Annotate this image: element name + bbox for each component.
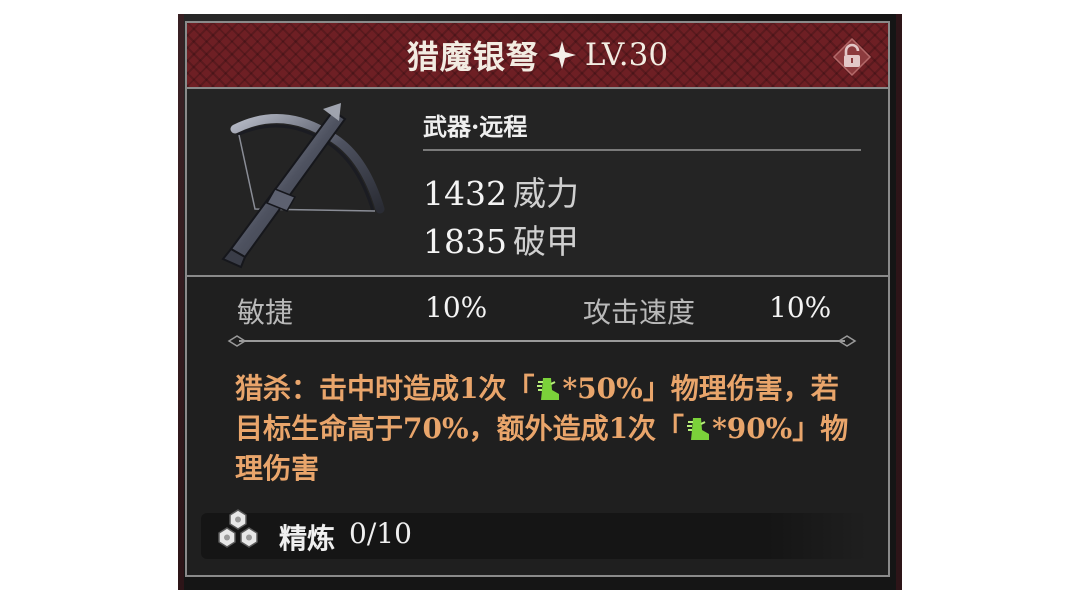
crossbow-icon bbox=[221, 103, 385, 269]
green-boot-icon bbox=[537, 378, 560, 400]
item-title-bar: 猎魔银弩 LV.30 bbox=[187, 23, 888, 89]
stat-power-value: 1432 bbox=[423, 174, 507, 213]
item-type: 武器·远程 bbox=[423, 112, 528, 141]
refine-label: 精炼 bbox=[279, 522, 336, 555]
stat-armor-break: 1835 破甲 bbox=[423, 215, 579, 263]
stat-power-label: 威力 bbox=[512, 174, 579, 213]
unlocked-padlock-icon[interactable] bbox=[832, 37, 872, 77]
item-level: LV.30 bbox=[584, 37, 669, 73]
stat-armor-break-value: 1835 bbox=[423, 222, 507, 261]
refine-value: 0/10 bbox=[349, 517, 412, 550]
attr-agility-label: 敏捷 bbox=[237, 296, 294, 329]
four-point-star-icon bbox=[547, 41, 576, 69]
type-divider bbox=[423, 149, 861, 151]
ornate-divider bbox=[227, 335, 857, 347]
green-boot-icon bbox=[687, 418, 710, 440]
stat-power: 1432 威力 bbox=[423, 167, 579, 215]
item-summary-section: 武器·远程 1432 威力 1835 破甲 bbox=[187, 89, 888, 277]
item-detail-section: 敏捷 10% 攻击速度 10% 猎杀：击中时造成1次「 *50%」物理伤害，若目… bbox=[187, 277, 888, 575]
stat-armor-break-label: 破甲 bbox=[512, 222, 579, 261]
attr-attack-speed-value: 10% bbox=[769, 291, 832, 324]
item-tooltip-card: 猎魔银弩 LV.30 武器·远程 1432 威力 1835 破甲 敏捷 10% … bbox=[185, 21, 890, 577]
desc-part-1: 猎杀：击中时造成1次「 bbox=[235, 372, 535, 405]
hexagon-cluster-icon bbox=[218, 509, 258, 548]
item-name: 猎魔银弩 bbox=[406, 38, 539, 76]
skill-description: 猎杀：击中时造成1次「 *50%」物理伤害，若目标生命高于70%，额外造成1次「… bbox=[235, 369, 855, 489]
attr-agility-value: 10% bbox=[425, 291, 488, 324]
attr-attack-speed-label: 攻击速度 bbox=[583, 296, 696, 329]
